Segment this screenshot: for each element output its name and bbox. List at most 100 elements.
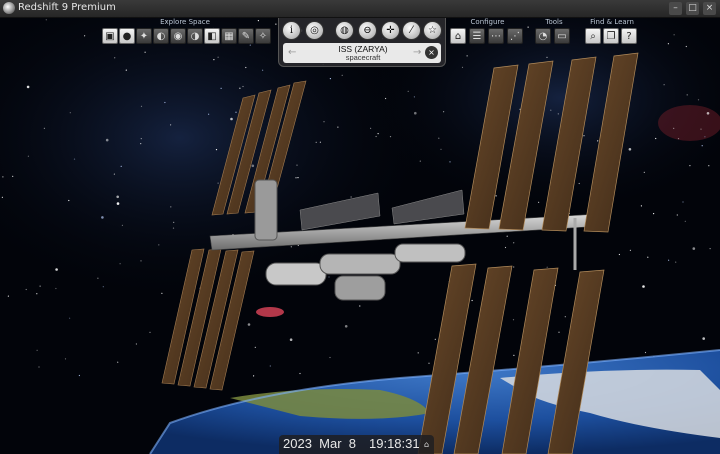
star <box>213 59 215 61</box>
star <box>495 195 497 197</box>
time-now-icon[interactable]: ⌂ <box>424 440 429 449</box>
star <box>140 143 142 145</box>
star <box>319 141 321 143</box>
next-object-button[interactable]: → <box>413 47 421 58</box>
star <box>546 56 548 59</box>
star <box>704 136 706 138</box>
star <box>84 35 86 37</box>
star <box>438 137 440 139</box>
star <box>140 105 143 107</box>
location-pin-icon[interactable]: ● <box>119 28 135 44</box>
star <box>73 158 76 160</box>
star <box>414 111 417 115</box>
star <box>97 277 99 279</box>
find-learn-label: Find & Learn <box>590 18 634 26</box>
star <box>675 261 677 263</box>
star <box>643 171 645 173</box>
star <box>550 109 552 111</box>
star <box>38 366 40 368</box>
star <box>68 199 70 202</box>
current-date[interactable]: 2023 Mar 8 <box>283 436 356 451</box>
star <box>653 213 655 215</box>
time-bar[interactable]: 2023 Mar 8 19:18:31 ⌂ <box>279 435 434 454</box>
filter-icon[interactable]: ⋯ <box>488 28 504 44</box>
star <box>105 138 109 142</box>
find-learn-group: Find & Learn ⌕ ❐ ? <box>582 18 642 48</box>
star <box>239 87 241 89</box>
star <box>55 268 58 271</box>
star <box>113 173 115 175</box>
star <box>253 375 255 377</box>
saturn-icon[interactable]: ⊖ <box>358 21 377 40</box>
star <box>125 69 127 71</box>
minimize-button[interactable]: – <box>669 2 682 15</box>
screen-icon[interactable]: ▭ <box>554 28 570 44</box>
star <box>247 323 251 326</box>
star <box>119 263 121 265</box>
star <box>440 148 442 150</box>
star <box>686 94 688 96</box>
calendar-icon[interactable]: ▦ <box>221 28 237 44</box>
star <box>466 55 468 57</box>
star <box>640 205 643 207</box>
star <box>557 113 559 115</box>
magnifier-icon[interactable]: ⌕ <box>585 28 601 44</box>
target-icon[interactable]: ✛ <box>381 21 400 40</box>
moon-icon[interactable]: ◑ <box>187 28 203 44</box>
star <box>217 182 219 184</box>
object-selector[interactable]: ← ISS (ZARYA) spacecraft → × <box>283 43 441 63</box>
star <box>116 195 119 199</box>
telescope-view-icon[interactable]: ⁄ <box>402 21 421 40</box>
chart-icon[interactable]: ⋰ <box>507 28 523 44</box>
star <box>676 214 678 216</box>
star <box>275 23 277 25</box>
star <box>328 276 330 278</box>
current-time[interactable]: 19:18:31 <box>369 436 420 451</box>
star <box>208 113 210 115</box>
sliders-icon[interactable]: ☰ <box>469 28 485 44</box>
jupiter-icon[interactable]: ◍ <box>335 21 354 40</box>
pen-icon[interactable]: ✎ <box>238 28 254 44</box>
star <box>140 138 142 140</box>
planet-icon[interactable]: ◉ <box>170 28 186 44</box>
app-window: Redshift 9 Premium – □ × Explore Space ▣… <box>0 0 720 454</box>
star <box>682 201 684 203</box>
star <box>161 292 163 294</box>
star <box>628 148 632 151</box>
star <box>564 316 566 318</box>
help-icon[interactable]: ? <box>621 28 637 44</box>
measure-icon[interactable]: ◔ <box>535 28 551 44</box>
star <box>504 246 507 249</box>
close-object-button[interactable]: × <box>425 46 438 59</box>
close-window-button[interactable]: × <box>703 2 716 15</box>
star <box>217 56 219 58</box>
maximize-button[interactable]: □ <box>686 2 699 15</box>
book-icon[interactable]: ❐ <box>603 28 619 44</box>
star <box>43 127 46 129</box>
star <box>663 84 665 86</box>
favorite-star-icon[interactable]: ☆ <box>423 21 442 40</box>
star <box>121 224 123 226</box>
star <box>114 57 116 59</box>
star <box>359 305 361 307</box>
star <box>220 87 222 89</box>
star <box>370 127 372 129</box>
star <box>149 331 151 333</box>
star <box>385 97 387 100</box>
star <box>140 260 142 262</box>
comet-icon[interactable]: ✦ <box>136 28 152 44</box>
star <box>706 112 710 115</box>
home-icon[interactable]: ⌂ <box>450 28 466 44</box>
star-icon[interactable]: ◧ <box>204 28 220 44</box>
star <box>170 206 172 208</box>
orbit-icon[interactable]: ◎ <box>305 21 324 40</box>
star <box>254 346 256 348</box>
star <box>170 124 172 126</box>
space-viewport[interactable] <box>0 18 720 454</box>
object-info-panel: i ◎ ◍ ⊖ ✛ ⁄ ☆ ← ISS (ZARYA) spacecraft →… <box>278 18 446 67</box>
satellite-icon[interactable]: ✧ <box>255 28 271 44</box>
save-icon[interactable]: ▣ <box>102 28 118 44</box>
telescope-icon[interactable]: ◐ <box>153 28 169 44</box>
info-icon[interactable]: i <box>282 21 301 40</box>
star <box>673 34 675 36</box>
